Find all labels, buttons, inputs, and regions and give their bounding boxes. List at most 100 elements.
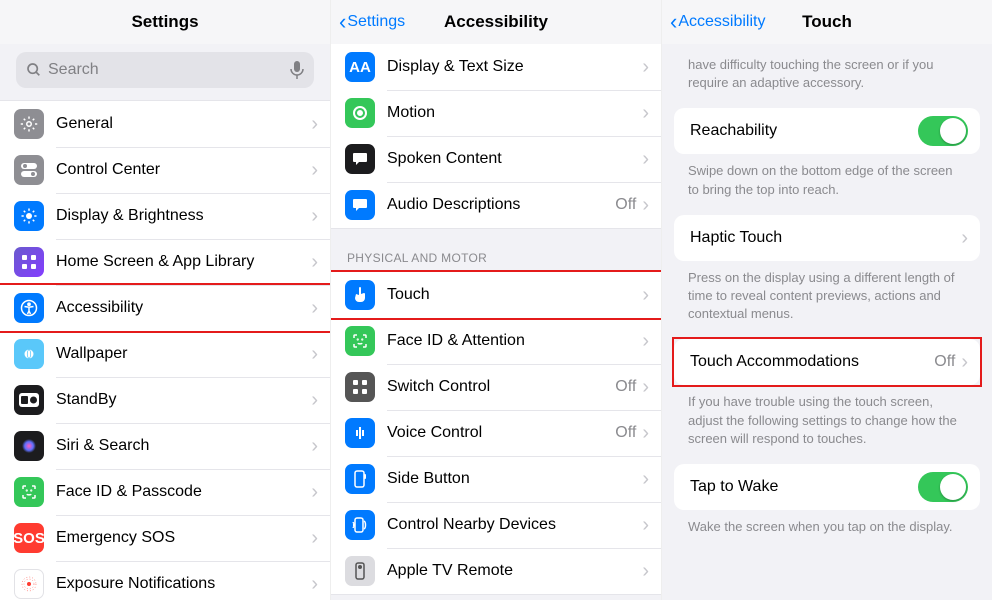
settings-row-standby[interactable]: StandBy › [0,377,330,423]
row-motion[interactable]: Motion › [331,90,661,136]
chevron-right-icon: › [642,423,649,443]
search-placeholder: Search [48,61,290,79]
switch-control-icon [345,372,375,402]
chevron-right-icon: › [311,482,318,502]
row-touch-accommodations[interactable]: Touch Accommodations Off › [674,339,980,385]
row-reachability[interactable]: Reachability [674,108,980,154]
faceid-icon [345,326,375,356]
mic-icon[interactable] [290,61,304,79]
settings-row-wallpaper[interactable]: Wallpaper › [0,331,330,377]
chevron-right-icon: › [311,160,318,180]
chevron-right-icon: › [642,149,649,169]
voice-control-icon [345,418,375,448]
wallpaper-icon [14,339,44,369]
toggles-icon [14,155,44,185]
chevron-right-icon: › [311,528,318,548]
row-faceid-attention[interactable]: Face ID & Attention › [331,318,661,364]
touch-title: Touch [802,12,852,32]
accessibility-list: AA Display & Text Size › Motion › Spoken… [331,44,661,600]
tv-remote-icon [345,556,375,586]
settings-row-faceid[interactable]: Face ID & Passcode › [0,469,330,515]
settings-root-screen: Settings Search General › Control Center… [0,0,331,600]
chevron-right-icon: › [311,390,318,410]
settings-row-sos[interactable]: SOS Emergency SOS › [0,515,330,561]
haptic-note: Press on the display using a different l… [662,261,992,340]
chevron-right-icon: › [642,469,649,489]
row-apple-tv-remote[interactable]: Apple TV Remote › [331,548,661,594]
chevron-right-icon: › [311,298,318,318]
reachability-note: Swipe down on the bottom edge of the scr… [662,154,992,214]
chevron-right-icon: › [642,103,649,123]
back-to-accessibility[interactable]: ‹ Accessibility [670,11,765,33]
chevron-right-icon: › [642,331,649,351]
motion-icon [345,98,375,128]
row-switch-control[interactable]: Switch Control Off › [331,364,661,410]
row-side-button[interactable]: Side Button › [331,456,661,502]
chevron-right-icon: › [311,206,318,226]
settings-header: Settings [0,0,330,44]
accessibility-header: ‹ Settings Accessibility [331,0,661,44]
touch-icon [345,280,375,310]
touch-header: ‹ Accessibility Touch [662,0,992,44]
reachability-toggle[interactable] [918,116,968,146]
tap-to-wake-toggle[interactable] [918,472,968,502]
intro-note: have difficulty touching the screen or i… [662,44,992,108]
settings-row-siri[interactable]: Siri & Search › [0,423,330,469]
row-tap-to-wake[interactable]: Tap to Wake [674,464,980,510]
accessibility-icon [14,293,44,323]
section-physical-motor: PHYSICAL AND MOTOR [331,229,661,271]
sos-icon: SOS [14,523,44,553]
standby-icon [14,385,44,415]
row-touch[interactable]: Touch › [331,272,661,318]
settings-row-home-screen[interactable]: Home Screen & App Library › [0,239,330,285]
back-to-settings[interactable]: ‹ Settings [339,11,405,33]
row-audio-descriptions[interactable]: Audio Descriptions Off › [331,182,661,228]
search-field[interactable]: Search [16,52,314,88]
chevron-right-icon: › [642,195,649,215]
chevron-left-icon: ‹ [670,11,677,33]
chevron-right-icon: › [642,285,649,305]
chevron-left-icon: ‹ [339,11,346,33]
gear-icon [14,109,44,139]
apps-grid-icon [14,247,44,277]
settings-list: General › Control Center › Display & Bri… [0,100,330,600]
brightness-icon [14,201,44,231]
text-size-icon: AA [345,52,375,82]
chevron-right-icon: › [961,228,968,248]
chevron-right-icon: › [642,515,649,535]
row-voice-control[interactable]: Voice Control Off › [331,410,661,456]
settings-row-exposure[interactable]: Exposure Notifications › [0,561,330,600]
accessibility-title: Accessibility [444,12,548,32]
speech-bubble-icon [345,144,375,174]
row-haptic-touch[interactable]: Haptic Touch › [674,215,980,261]
chevron-right-icon: › [961,352,968,372]
touch-screen: ‹ Accessibility Touch have difficulty to… [662,0,992,600]
accessibility-screen: ‹ Settings Accessibility AA Display & Te… [331,0,662,600]
row-nearby-devices[interactable]: Control Nearby Devices › [331,502,661,548]
faceid-icon [14,477,44,507]
chevron-right-icon: › [311,114,318,134]
chevron-right-icon: › [311,574,318,594]
settings-row-accessibility[interactable]: Accessibility › [0,285,330,331]
accommodations-note: If you have trouble using the touch scre… [662,385,992,464]
tap-to-wake-note: Wake the screen when you tap on the disp… [662,510,992,552]
row-display-text-size[interactable]: AA Display & Text Size › [331,44,661,90]
chevron-right-icon: › [311,436,318,456]
chevron-right-icon: › [311,252,318,272]
nearby-devices-icon [345,510,375,540]
settings-row-display[interactable]: Display & Brightness › [0,193,330,239]
chevron-right-icon: › [642,561,649,581]
search-icon [26,62,42,78]
settings-title: Settings [131,12,198,32]
audio-desc-icon [345,190,375,220]
siri-icon [14,431,44,461]
chevron-right-icon: › [642,377,649,397]
chevron-right-icon: › [311,344,318,364]
row-spoken-content[interactable]: Spoken Content › [331,136,661,182]
three-panels: Settings Search General › Control Center… [0,0,992,600]
settings-row-general[interactable]: General › [0,101,330,147]
chevron-right-icon: › [642,57,649,77]
settings-row-control-center[interactable]: Control Center › [0,147,330,193]
touch-list: have difficulty touching the screen or i… [662,44,992,600]
side-button-icon [345,464,375,494]
